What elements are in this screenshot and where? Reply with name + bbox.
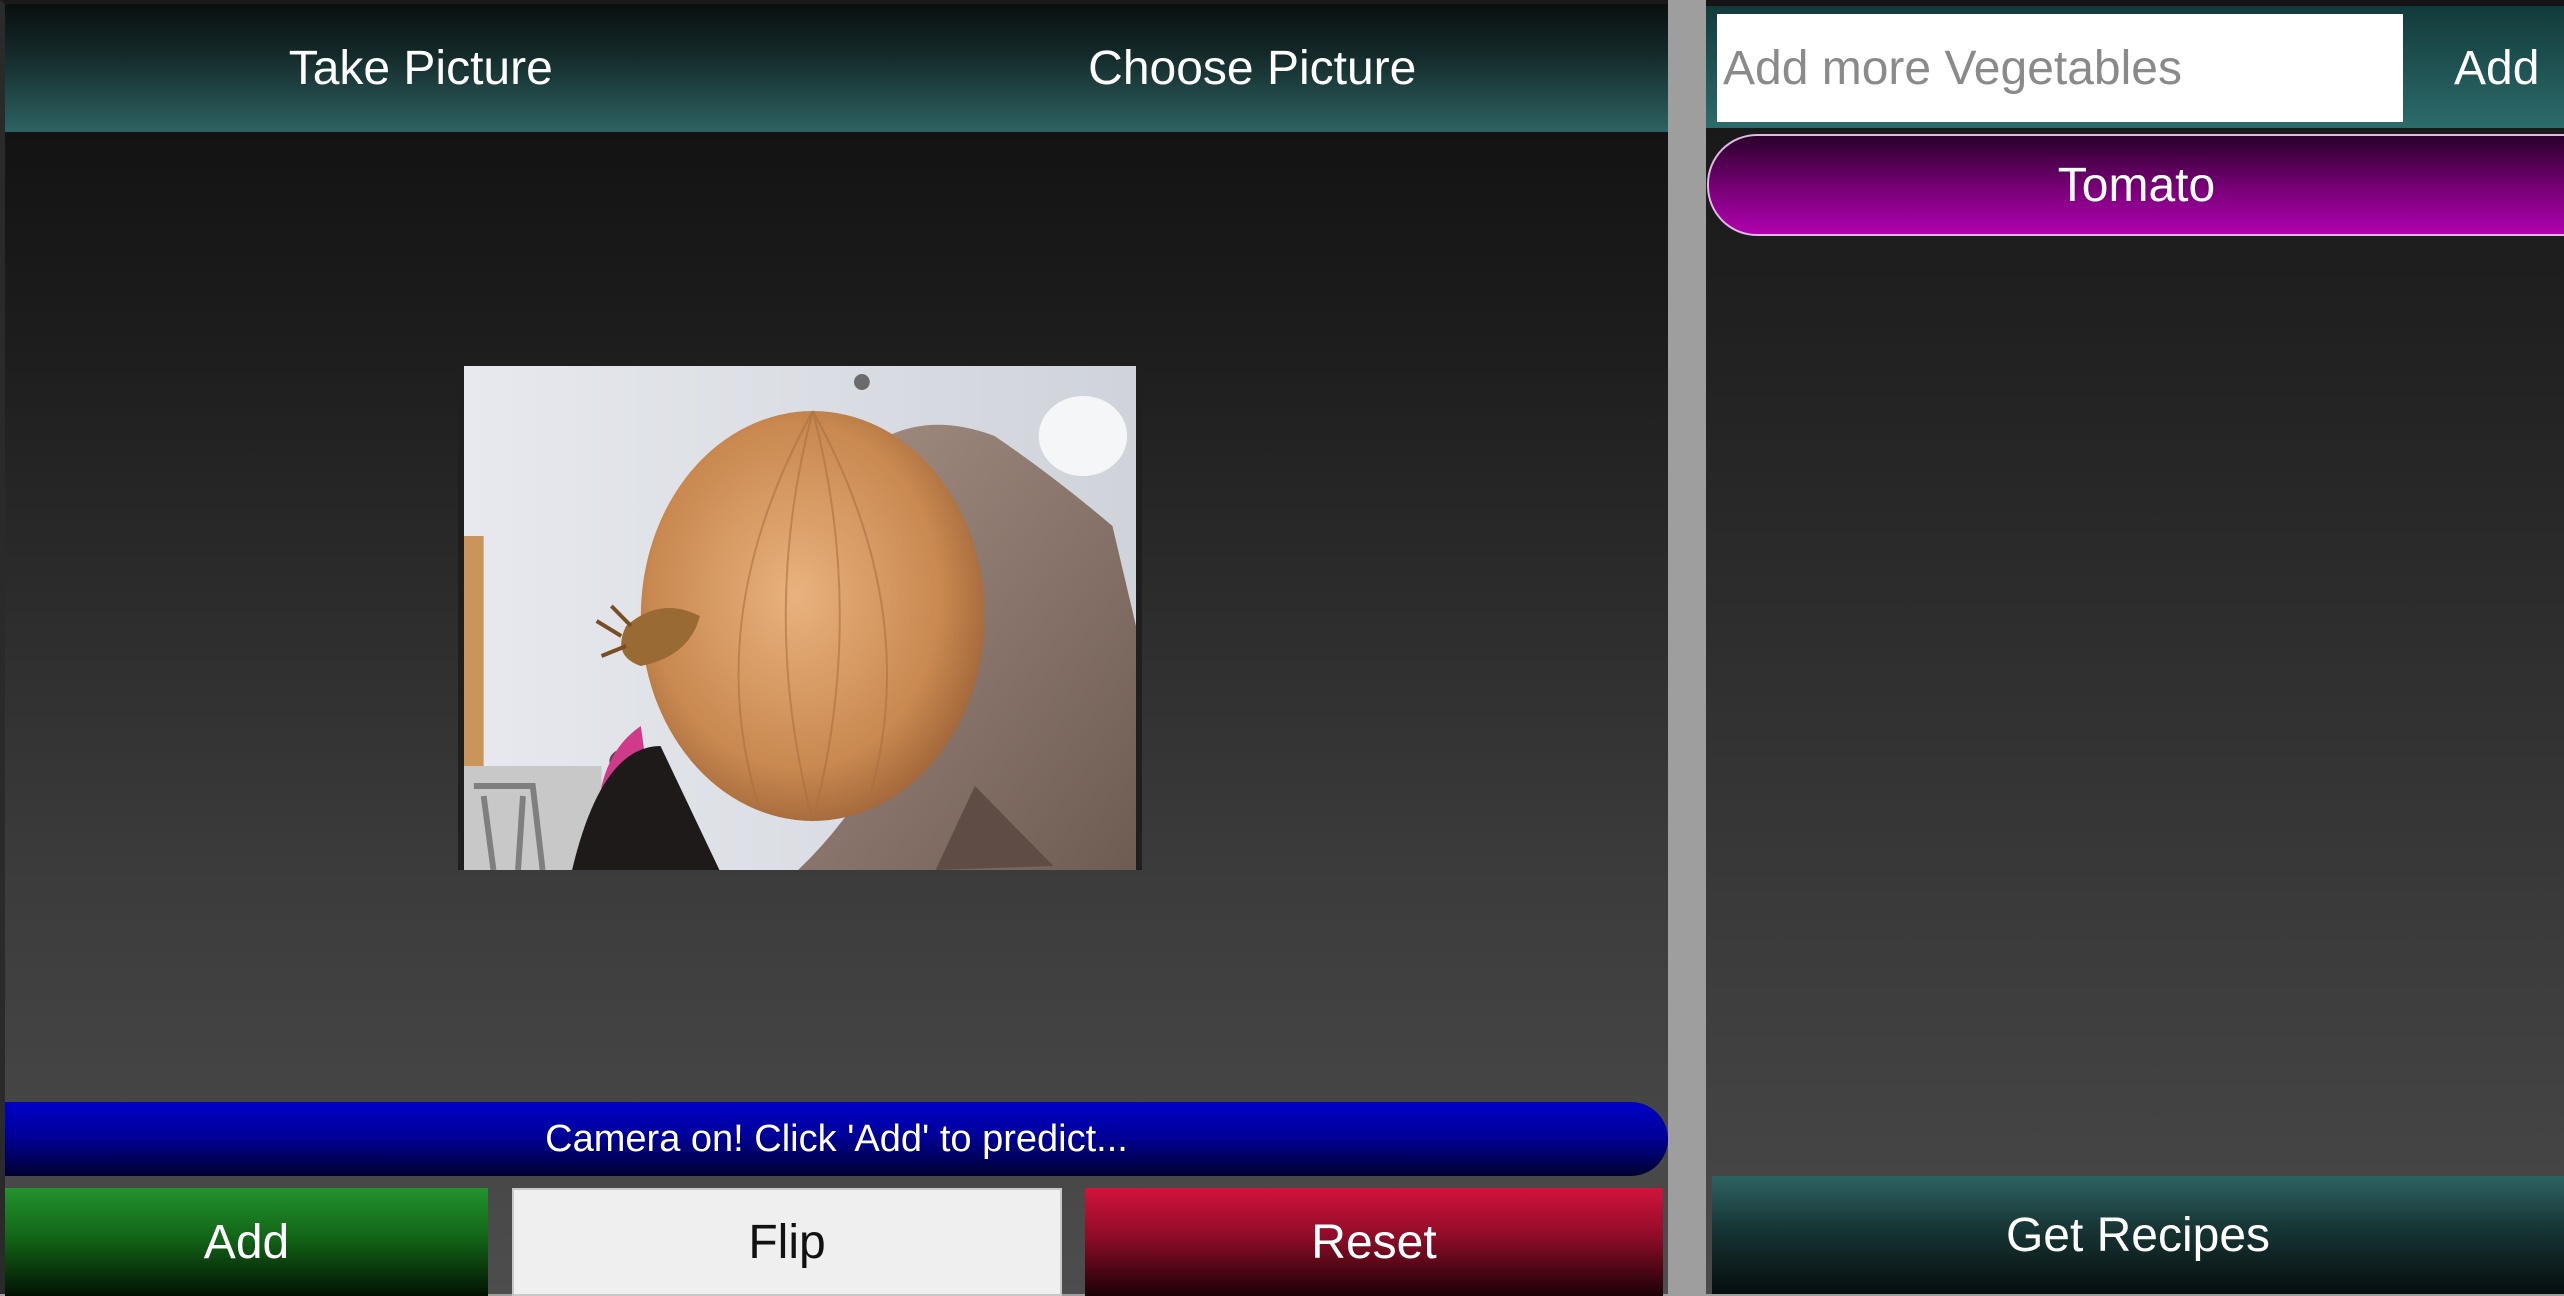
flip-button[interactable]: Flip [512,1188,1062,1296]
vegetable-input[interactable] [1717,14,2403,122]
add-button[interactable]: Add [5,1188,488,1296]
camera-panel: Take Picture Choose Picture Camera on! C… [0,0,1668,1296]
camera-preview [458,366,1142,870]
reset-button[interactable]: Reset [1085,1188,1663,1296]
vegetable-item-tomato[interactable]: Tomato [1707,134,2564,236]
add-vegetable-button[interactable]: Add [2418,12,2564,124]
top-toolbar: Take Picture Choose Picture [5,4,1668,132]
get-recipes-button[interactable]: Get Recipes [1712,1176,2564,1294]
status-message: Camera on! Click 'Add' to predict... [5,1102,1668,1176]
camera-preview-image [464,366,1136,870]
choose-picture-button[interactable]: Choose Picture [837,4,1669,132]
vegetable-panel: Add Tomato Get Recipes [1706,0,2564,1294]
vegetable-input-bar: Add [1706,6,2564,128]
take-picture-button[interactable]: Take Picture [5,4,837,132]
